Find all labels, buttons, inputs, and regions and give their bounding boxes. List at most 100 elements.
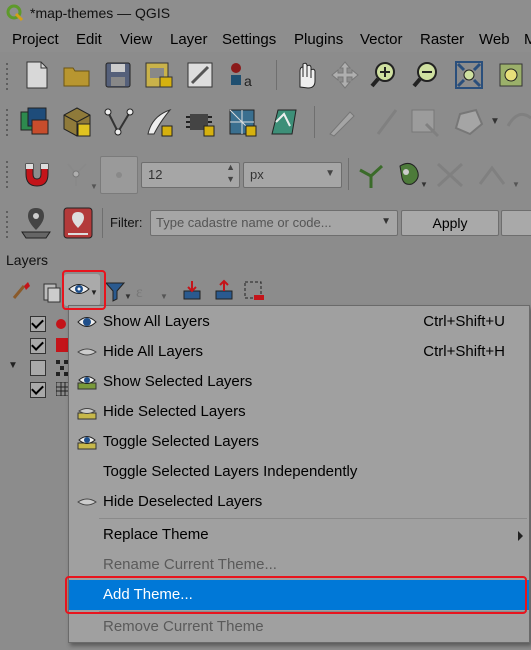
expand-all-icon[interactable]: [180, 279, 204, 303]
eye-icon: [77, 317, 97, 327]
toolbar-grip[interactable]: [4, 158, 10, 191]
spin-up-icon[interactable]: ▲: [226, 162, 235, 172]
chevron-down-icon[interactable]: ▼: [124, 292, 132, 301]
cadastre-search-icon[interactable]: [62, 206, 94, 240]
tolerance-value: 12: [148, 167, 163, 182]
style-manager-icon[interactable]: a: [228, 60, 258, 90]
zoom-out-icon[interactable]: [412, 60, 442, 90]
pan-to-selection-icon[interactable]: [330, 60, 360, 90]
layers-panel-toolbar: ▼ ▼ ε ▼: [0, 272, 531, 308]
menu-item-toggle-selected-layers[interactable]: Toggle Selected Layers: [69, 427, 529, 457]
snapping-unit-select[interactable]: px ▼: [243, 162, 342, 188]
toggle-layers-icon: [77, 436, 97, 450]
vertex-tool-icon[interactable]: [506, 106, 531, 138]
qgis-logo-icon: [6, 4, 24, 22]
layer-visibility-checkbox[interactable]: [30, 316, 46, 332]
chevron-down-icon[interactable]: ▼: [381, 216, 391, 227]
menu-item-replace-theme[interactable]: Replace Theme: [69, 520, 529, 550]
chevron-down-icon[interactable]: ▼: [512, 180, 520, 189]
layer-visibility-checkbox[interactable]: [30, 382, 46, 398]
hidden-eye-icon: [77, 498, 97, 506]
spin-down-icon[interactable]: ▼: [226, 174, 235, 184]
menu-item-show-all-layers[interactable]: Show All Layers Ctrl+Shift+U: [69, 307, 529, 337]
save-edits-icon[interactable]: [410, 106, 442, 138]
new-virtual-layer-icon[interactable]: [184, 106, 218, 138]
menu-item-hide-deselected-layers[interactable]: Hide Deselected Layers: [69, 487, 529, 517]
new-shapefile-layer-icon[interactable]: [102, 106, 136, 138]
menu-item-toggle-selected-independently[interactable]: Toggle Selected Layers Independently: [69, 457, 529, 487]
menu-web[interactable]: Web: [479, 31, 510, 48]
unit-value: px: [250, 167, 264, 182]
layer-visibility-checkbox[interactable]: [30, 360, 46, 376]
new-geopackage-layer-icon[interactable]: [60, 106, 94, 138]
menu-item-add-theme[interactable]: Add Theme...: [69, 580, 529, 610]
chevron-down-icon[interactable]: ▼: [490, 116, 500, 127]
zoom-in-icon[interactable]: [370, 60, 400, 90]
new-mesh-layer-icon[interactable]: [226, 106, 260, 138]
new-project-icon[interactable]: [24, 60, 50, 90]
data-source-toolbar: ▼: [0, 98, 531, 146]
snapping-vertices-icon: [116, 172, 122, 178]
remove-layer-icon[interactable]: [242, 279, 266, 303]
zoom-full-icon[interactable]: [454, 60, 484, 90]
filter-by-expression-icon[interactable]: ε: [134, 279, 158, 303]
save-project-icon[interactable]: [104, 61, 132, 89]
menu-view[interactable]: View: [120, 31, 152, 48]
menu-item-hide-all-layers[interactable]: Hide All Layers Ctrl+Shift+H: [69, 337, 529, 367]
new-temporary-layer-icon[interactable]: [142, 106, 176, 138]
toolbar-grip[interactable]: [4, 60, 10, 93]
menu-plugins[interactable]: Plugins: [294, 31, 343, 48]
layers-panel-title: Layers: [6, 252, 49, 268]
menu-project[interactable]: Project: [12, 31, 59, 48]
filter-toolbar: Filter: Type cadastre name or code... ▼ …: [0, 200, 531, 246]
data-source-manager-icon[interactable]: [18, 106, 52, 138]
apply-button[interactable]: Apply: [401, 210, 499, 236]
menu-item-show-selected-layers[interactable]: Show Selected Layers: [69, 367, 529, 397]
apply-label: Apply: [432, 215, 468, 231]
snapping-toolbar: ▼ 12 ▲ ▼ px ▼ ▼ ▼: [0, 150, 531, 198]
snapping-tolerance-spinbox[interactable]: 12 ▲ ▼: [141, 162, 240, 188]
collapse-all-icon[interactable]: [212, 279, 236, 303]
menu-more[interactable]: M: [524, 31, 531, 48]
magnet-icon[interactable]: [20, 160, 54, 190]
chevron-down-icon[interactable]: ▼: [90, 182, 98, 191]
manage-map-themes-button[interactable]: ▼: [64, 274, 100, 306]
extra-button[interactable]: [501, 210, 531, 236]
toggle-editing-icon[interactable]: [324, 106, 358, 138]
chevron-down-icon[interactable]: ▼: [160, 292, 168, 301]
hidden-eye-icon: [77, 348, 97, 356]
svg-text:ε: ε: [136, 284, 143, 301]
new-print-layout-icon[interactable]: [144, 61, 174, 89]
layer-visibility-checkbox[interactable]: [30, 338, 46, 354]
cadastre-filter-input[interactable]: Type cadastre name or code... ▼: [150, 210, 398, 236]
toolbar-grip[interactable]: [4, 208, 10, 241]
open-layer-styling-icon[interactable]: [10, 280, 32, 302]
snapping-layer-button[interactable]: [100, 156, 138, 194]
menu-settings[interactable]: Settings: [222, 31, 276, 48]
menu-item-hide-selected-layers[interactable]: Hide Selected Layers: [69, 397, 529, 427]
digitize-icon[interactable]: [372, 106, 402, 138]
chevron-down-icon[interactable]: ▼: [420, 180, 428, 189]
menu-raster[interactable]: Raster: [420, 31, 464, 48]
filter-placeholder: Type cadastre name or code...: [156, 215, 332, 230]
add-group-icon[interactable]: [40, 280, 64, 304]
menu-layer[interactable]: Layer: [170, 31, 208, 48]
menu-edit[interactable]: Edit: [76, 31, 102, 48]
tracing-icon[interactable]: [476, 160, 510, 190]
pan-map-icon[interactable]: [290, 59, 320, 91]
open-project-icon[interactable]: [62, 62, 92, 88]
zoom-to-selection-icon[interactable]: [496, 60, 526, 90]
eye-icon: [68, 284, 90, 294]
topological-editing-icon[interactable]: [356, 160, 386, 190]
layout-manager-icon[interactable]: [186, 61, 216, 89]
new-point-cloud-icon[interactable]: [268, 106, 302, 138]
cadastre-locate-icon[interactable]: [20, 206, 52, 240]
add-polygon-icon[interactable]: [452, 106, 486, 138]
svg-text:a: a: [244, 73, 252, 89]
snapping-type-icon[interactable]: [64, 160, 90, 190]
toolbar-grip[interactable]: [4, 106, 10, 139]
expand-group-icon[interactable]: ▼: [8, 360, 18, 371]
snapping-intersection-icon[interactable]: [434, 160, 466, 190]
window-title: *map-themes — QGIS: [30, 5, 171, 21]
menu-vector[interactable]: Vector: [360, 31, 403, 48]
